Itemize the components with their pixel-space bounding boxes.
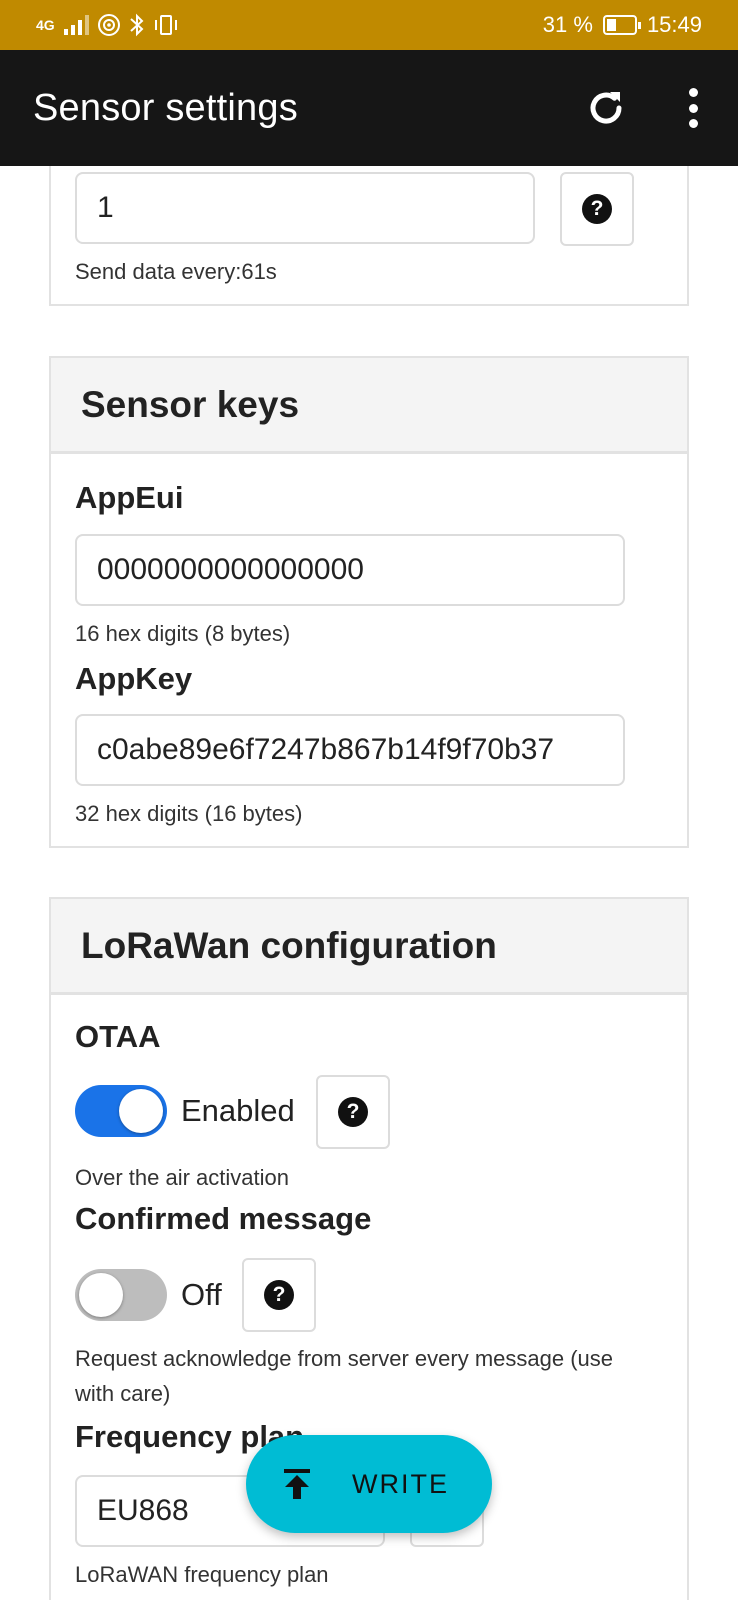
app-eui-value: 0000000000000000	[97, 553, 364, 586]
app-key-input[interactable]: c0abe89e6f7247b867b14f9f70b37	[75, 714, 625, 786]
bluetooth-icon	[130, 13, 144, 37]
write-button[interactable]: WRITE	[246, 1435, 492, 1533]
otaa-state: Enabled	[181, 1093, 295, 1128]
confirmed-help-button[interactable]: ?	[242, 1258, 316, 1332]
sensor-keys-header: Sensor keys	[51, 358, 687, 454]
more-dot	[688, 88, 698, 97]
more-dot	[688, 103, 698, 113]
sensor-keys-card: Sensor keys AppEui 0000000000000000 16 h…	[49, 356, 689, 848]
page-title: Sensor settings	[33, 86, 298, 129]
confirmed-message-state: Off	[181, 1277, 222, 1312]
app-eui-label: AppEui	[75, 480, 184, 515]
hotspot-icon	[97, 14, 120, 36]
clock: 15:49	[646, 12, 702, 37]
status-left: 4G	[36, 13, 179, 37]
toggle-knob	[119, 1089, 163, 1133]
interval-value: 1	[97, 191, 114, 224]
confirmed-message-hint: Request acknowledge from server every me…	[75, 1346, 614, 1406]
write-button-label: WRITE	[352, 1468, 449, 1499]
otaa-label: OTAA	[75, 1019, 161, 1054]
lorawan-header: LoRaWan configuration	[51, 899, 687, 995]
more-options-button[interactable]	[678, 82, 708, 134]
app-key-hint: 32 hex digits (16 bytes)	[75, 801, 303, 826]
app-eui-input[interactable]: 0000000000000000	[75, 534, 625, 606]
upload-icon	[284, 1469, 310, 1499]
battery-percent: 31 %	[542, 12, 593, 37]
interval-card: 1 ? Send data every:61s	[49, 166, 689, 306]
help-icon: ?	[264, 1280, 294, 1310]
app-bar: Sensor settings	[0, 50, 738, 166]
app-key-label: AppKey	[75, 661, 193, 696]
otaa-hint: Over the air activation	[75, 1165, 289, 1190]
battery-icon	[602, 15, 641, 35]
refresh-button[interactable]	[582, 84, 630, 132]
otaa-toggle[interactable]	[75, 1085, 167, 1137]
frequency-plan-value: EU868	[97, 1494, 189, 1527]
more-dot	[688, 119, 698, 128]
settings-content[interactable]: 1 ? Send data every:61s Sensor keys AppE…	[0, 166, 738, 1600]
confirmed-message-toggle[interactable]	[75, 1269, 167, 1321]
app-key-value: c0abe89e6f7247b867b14f9f70b37	[97, 733, 555, 766]
interval-hint: Send data every:61s	[75, 259, 277, 284]
toggle-knob	[79, 1273, 123, 1317]
refresh-icon	[590, 92, 622, 124]
interval-input[interactable]: 1	[75, 172, 535, 244]
help-icon: ?	[582, 194, 612, 224]
app-eui-hint: 16 hex digits (8 bytes)	[75, 621, 291, 646]
frequency-plan-hint: LoRaWAN frequency plan	[75, 1562, 329, 1587]
status-bar: 4G 31 % 15:49	[0, 0, 738, 50]
status-right: 31 % 15:49	[543, 12, 702, 38]
interval-help-button[interactable]: ?	[560, 172, 634, 246]
signal-icon	[63, 15, 89, 35]
network-type: 4G	[36, 17, 55, 33]
vibrate-icon	[154, 15, 177, 35]
help-icon: ?	[338, 1097, 368, 1127]
otaa-help-button[interactable]: ?	[316, 1075, 390, 1149]
confirmed-message-label: Confirmed message	[75, 1201, 372, 1236]
